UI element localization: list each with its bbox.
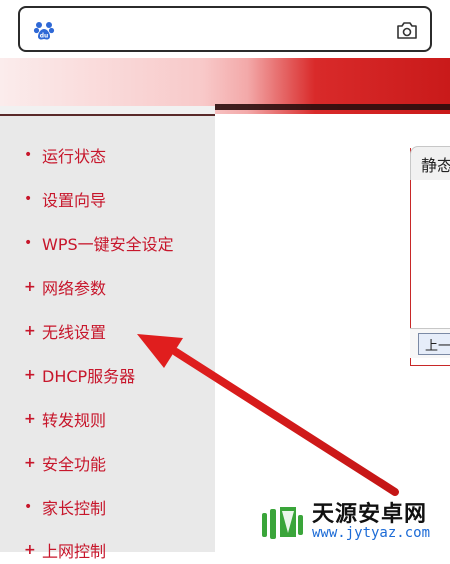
sidebar-item-label: 上网控制 [42,542,107,561]
plus-icon: + [24,542,36,558]
camera-icon[interactable] [396,20,418,40]
watermark-name: 天源安卓网 [312,501,428,527]
plus-icon: + [24,323,36,339]
sidebar-item-access-control[interactable]: + 上网控制 [24,536,106,564]
baidu-paw-icon: du [33,22,55,40]
sidebar-item-label: 网络参数 [42,279,107,298]
header-fade [0,106,215,114]
sidebar-item-label: 运行状态 [42,147,107,166]
sidebar-item-label: DHCP服务器 [42,367,136,386]
sidebar-item-network[interactable]: + 网络参数 [24,273,106,301]
sidebar-item-dhcp[interactable]: + DHCP服务器 [24,361,135,389]
plus-icon: + [24,279,36,295]
bullet-icon: • [24,147,33,163]
sidebar-item-label: WPS一键安全设定 [42,235,174,254]
header-divider [215,104,450,110]
sidebar-item-label: 无线设置 [42,323,107,342]
bullet-icon: • [24,191,33,207]
plus-icon: + [24,367,36,383]
plus-icon: + [24,411,36,427]
svg-text:du: du [40,33,49,40]
sidebar-item-wireless[interactable]: + 无线设置 [24,317,106,345]
sidebar-item-forwarding[interactable]: + 转发规则 [24,405,106,433]
android-logo-icon [258,499,304,545]
sidebar-item-security[interactable]: + 安全功能 [24,449,106,477]
sidebar-item-label: 设置向导 [42,191,107,210]
tab-static[interactable]: 静态 [410,146,450,180]
watermark-url: www.jytyaz.com [312,524,431,541]
sidebar-item-wps[interactable]: • WPS一键安全设定 [24,229,174,257]
sidebar-item-label: 安全功能 [42,455,107,474]
plus-icon: + [24,455,36,471]
sidebar: • 运行状态 • 设置向导 • WPS一键安全设定 + 网络参数 + 无线设置 … [0,114,215,561]
previous-button-label: 上一 [425,338,450,354]
sidebar-item-label: 转发规则 [42,411,107,430]
previous-button[interactable]: 上一 [418,333,450,355]
tab-label: 静态 [421,155,450,175]
sidebar-item-label: 家长控制 [42,499,107,518]
sidebar-item-setup-wizard[interactable]: • 设置向导 [24,185,106,213]
watermark: 天源安卓网 www.jytyaz.com [258,496,446,548]
search-bar[interactable]: du [18,6,432,52]
bullet-icon: • [24,499,33,515]
sidebar-item-status[interactable]: • 运行状态 [24,141,106,169]
sidebar-item-parental-control[interactable]: • 家长控制 [24,493,106,521]
bullet-icon: • [24,235,33,251]
